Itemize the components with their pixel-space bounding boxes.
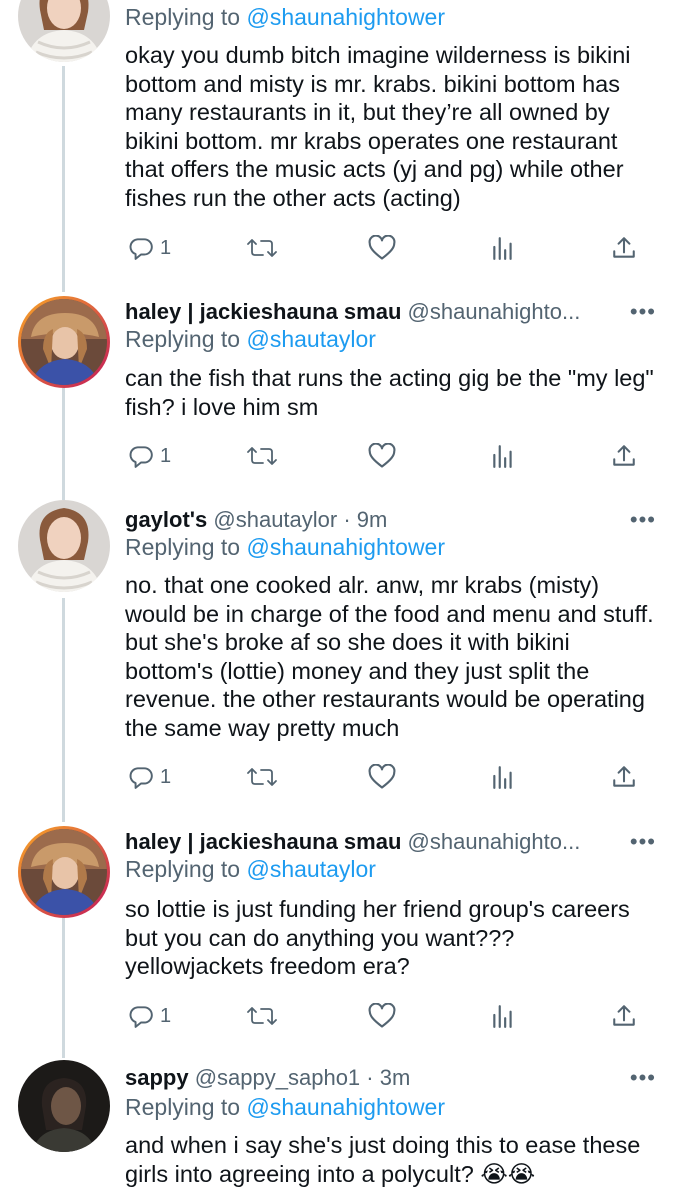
share-button[interactable]	[611, 233, 637, 263]
share-icon	[613, 445, 635, 466]
tweet-text: okay you dumb bitch imagine wilderness i…	[125, 42, 631, 211]
handle[interactable]: @sappy_sapho1	[195, 1065, 360, 1090]
retweet-button[interactable]	[246, 233, 278, 263]
replying-label: Replying to	[125, 534, 241, 560]
views-button[interactable]	[491, 1001, 515, 1031]
reply-icon	[129, 1006, 153, 1028]
more-icon[interactable]: •••	[630, 831, 656, 853]
timestamp[interactable]: · 9m	[343, 507, 387, 532]
replying-to: Replying to @shaunahightower	[125, 532, 445, 562]
tweet-header: sappy @sappy_sapho1 · 3m	[125, 1062, 655, 1094]
display-name[interactable]: sappy	[125, 1065, 189, 1090]
retweet-icon	[247, 239, 277, 257]
reply-button[interactable]: 1	[128, 441, 171, 471]
like-button[interactable]	[368, 1001, 396, 1031]
tweet-text: so lottie is just funding her friend gro…	[125, 896, 630, 980]
replying-to: Replying to @shautaylor	[125, 324, 376, 354]
tweet-text: and when i say she's just doing this to …	[125, 1132, 641, 1187]
views-icon	[493, 445, 512, 468]
reply-count: 1	[160, 765, 172, 788]
mention-link[interactable]: @shautaylor	[246, 326, 375, 352]
replying-label: Replying to	[125, 4, 241, 30]
reply-button[interactable]: 1	[128, 1001, 171, 1031]
woman-white-scarf-avatar	[18, 500, 110, 592]
avatar[interactable]	[18, 296, 110, 388]
dark-photo-avatar	[18, 1060, 110, 1152]
display-name[interactable]: haley | jackieshauna smau	[125, 829, 401, 854]
timestamp[interactable]: · 3m	[366, 1065, 410, 1090]
share-button[interactable]	[611, 762, 637, 792]
tweet[interactable]: haley | jackieshauna smau @shaunahighto.…	[0, 296, 678, 496]
retweet-button[interactable]	[246, 1001, 278, 1031]
reply-button[interactable]: 1	[128, 762, 171, 792]
more-icon[interactable]: •••	[630, 509, 656, 531]
replying-label: Replying to	[125, 1094, 241, 1120]
share-icon	[613, 1005, 635, 1026]
tweet[interactable]: gaylot's @shautaylor · 9m ••• Replying t…	[0, 500, 678, 814]
heart-icon	[368, 764, 396, 789]
views-icon	[493, 1005, 512, 1028]
tweet-actions: 1	[0, 233, 678, 263]
more-icon[interactable]: •••	[630, 301, 656, 323]
tweet-actions: 1	[0, 441, 678, 471]
reply-icon	[129, 767, 153, 789]
retweet-button[interactable]	[246, 762, 278, 792]
share-button[interactable]	[611, 1001, 637, 1031]
replying-label: Replying to	[125, 326, 241, 352]
avatar[interactable]	[18, 0, 110, 62]
mention-link[interactable]: @shaunahightower	[246, 1094, 445, 1120]
views-button[interactable]	[491, 762, 515, 792]
retweet-button[interactable]	[246, 441, 278, 471]
avatar[interactable]	[18, 826, 110, 918]
views-button[interactable]	[491, 441, 515, 471]
like-button[interactable]	[368, 233, 396, 263]
woman-cowboy-hat-avatar	[21, 829, 107, 915]
mention-link[interactable]: @shaunahightower	[246, 534, 445, 560]
mention-link[interactable]: @shautaylor	[246, 856, 375, 882]
share-button[interactable]	[611, 441, 637, 471]
replying-to: Replying to @shaunahightower	[125, 1092, 445, 1122]
share-icon	[613, 766, 635, 787]
more-icon[interactable]: •••	[630, 1067, 656, 1089]
like-button[interactable]	[368, 762, 396, 792]
avatar[interactable]	[18, 500, 110, 592]
tweet[interactable]: Replying to @shaunahightower okay you du…	[0, 0, 678, 290]
heart-icon	[368, 1003, 396, 1028]
reply-button[interactable]: 1	[128, 233, 171, 263]
retweet-icon	[247, 768, 277, 786]
handle[interactable]: @shaunahighto...	[408, 829, 581, 854]
retweet-icon	[247, 447, 277, 465]
replying-to: Replying to @shautaylor	[125, 854, 376, 884]
share-icon	[613, 237, 635, 258]
retweet-icon	[247, 1007, 277, 1025]
reply-icon	[129, 446, 153, 468]
display-name[interactable]: gaylot's	[125, 507, 207, 532]
reply-count: 1	[160, 236, 172, 259]
views-icon	[493, 237, 512, 260]
tweet-text: no. that one cooked alr. anw, mr krabs (…	[125, 572, 654, 741]
like-button[interactable]	[368, 441, 396, 471]
woman-cowboy-hat-avatar	[21, 299, 107, 385]
tweet-actions: 1	[0, 1001, 678, 1031]
reply-count: 1	[160, 1004, 172, 1027]
heart-icon	[368, 235, 396, 260]
avatar[interactable]	[18, 1060, 110, 1152]
mention-link[interactable]: @shaunahightower	[246, 4, 445, 30]
reply-icon	[129, 238, 153, 260]
replying-label: Replying to	[125, 856, 241, 882]
handle[interactable]: @shaunahighto...	[408, 299, 581, 324]
views-button[interactable]	[491, 233, 515, 263]
tweet-actions: 1	[0, 762, 678, 792]
views-icon	[493, 766, 512, 789]
heart-icon	[368, 443, 396, 468]
handle[interactable]: @shautaylor	[213, 507, 337, 532]
display-name[interactable]: haley | jackieshauna smau	[125, 299, 401, 324]
replying-to: Replying to @shaunahightower	[125, 2, 445, 32]
tweet[interactable]: haley | jackieshauna smau @shaunahighto.…	[0, 826, 678, 1048]
woman-white-scarf-avatar	[18, 0, 110, 62]
reply-count: 1	[160, 444, 172, 467]
tweet[interactable]: sappy @sappy_sapho1 · 3m ••• Replying to…	[0, 1060, 678, 1200]
tweet-text: can the fish that runs the acting gig be…	[125, 365, 654, 420]
